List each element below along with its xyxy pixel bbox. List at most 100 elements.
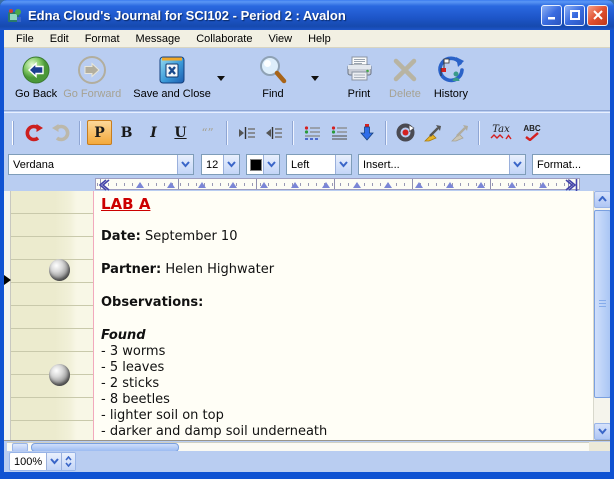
history-button[interactable]: History: [428, 52, 474, 101]
dropdown-caret-icon: [311, 76, 319, 81]
horizontal-scrollbar[interactable]: [7, 442, 589, 451]
spellcheck-button[interactable]: ABC: [518, 120, 546, 145]
maximize-button[interactable]: [564, 5, 585, 26]
underline-button[interactable]: U: [168, 120, 193, 145]
dropdown-caret-icon: [217, 76, 225, 81]
chevron-down-icon[interactable]: [223, 155, 239, 174]
approve-button[interactable]: [420, 120, 445, 145]
chevron-down-icon[interactable]: [335, 155, 351, 174]
menu-view[interactable]: View: [260, 32, 300, 46]
tab-stop[interactable]: [322, 182, 330, 188]
tab-stop[interactable]: [229, 182, 237, 188]
toolbar-grip[interactable]: [12, 121, 14, 145]
delete-button[interactable]: Delete: [382, 52, 428, 101]
minimize-button[interactable]: [541, 5, 562, 26]
menu-edit[interactable]: Edit: [42, 32, 77, 46]
tab-stop[interactable]: [136, 182, 144, 188]
close-icon: [593, 10, 603, 20]
tab-stop[interactable]: [384, 182, 392, 188]
partner-line: Partner: Helen Highwater: [101, 262, 585, 277]
punch-hole: [49, 364, 70, 386]
bold-button[interactable]: B: [114, 120, 139, 145]
italic-button[interactable]: I: [141, 120, 166, 145]
tab-stop[interactable]: [446, 182, 454, 188]
font-color-select[interactable]: [246, 154, 280, 175]
paragraph-style-button[interactable]: P: [87, 120, 112, 145]
zoom-control[interactable]: 100%: [9, 452, 76, 471]
increase-indent-button[interactable]: [234, 120, 259, 145]
tab-stop[interactable]: [167, 182, 175, 188]
font-family-value: Verdana: [9, 159, 177, 171]
route-button[interactable]: [393, 120, 418, 145]
left-margin-marker[interactable]: [97, 179, 110, 191]
chevron-down-icon[interactable]: [263, 155, 279, 174]
go-forward-button[interactable]: Go Forward: [60, 52, 124, 101]
approve-disabled-button[interactable]: [447, 120, 472, 145]
color-swatch: [250, 159, 262, 171]
punch-hole: [49, 259, 70, 281]
quote-button[interactable]: “”: [195, 120, 220, 145]
journal-editor[interactable]: LAB A Date: September 10 Partner: Helen …: [94, 191, 593, 440]
vertical-scroll-thumb[interactable]: [594, 210, 610, 398]
chevron-down-icon[interactable]: [177, 155, 193, 174]
scroll-down-button[interactable]: [594, 423, 610, 440]
format-value: Format...: [533, 159, 610, 171]
close-button[interactable]: [587, 5, 608, 26]
status-bar: 100%: [4, 451, 610, 472]
scroll-up-button[interactable]: [594, 191, 610, 208]
redo-button[interactable]: [48, 120, 73, 145]
redo-icon: [51, 123, 71, 143]
undo-button[interactable]: [21, 120, 46, 145]
tab-stop[interactable]: [508, 182, 516, 188]
format-select[interactable]: Format...: [532, 154, 610, 175]
find-dropdown[interactable]: [308, 58, 322, 98]
print-label: Print: [348, 88, 371, 100]
vertical-scrollbar[interactable]: [593, 191, 610, 440]
thumb-grip-icon: [599, 300, 606, 308]
tab-stop[interactable]: [291, 182, 299, 188]
tab-stop[interactable]: [353, 182, 361, 188]
save-and-close-label: Save and Close: [133, 88, 211, 100]
insert-below-icon: [359, 124, 375, 142]
tab-stop[interactable]: [198, 182, 206, 188]
selection-gutter[interactable]: [4, 191, 11, 440]
observations-label: Observations:: [101, 295, 203, 310]
menu-format[interactable]: Format: [77, 32, 128, 46]
approve-dart-disabled-icon: [451, 124, 469, 142]
right-margin-marker[interactable]: [565, 179, 578, 191]
find-button[interactable]: Find: [250, 52, 296, 101]
font-size-select[interactable]: 12: [201, 154, 240, 175]
spell-as-you-type-button[interactable]: Tax: [486, 120, 516, 145]
tab-stop[interactable]: [415, 182, 423, 188]
insert-select[interactable]: Insert...: [358, 154, 526, 175]
maximize-icon: [570, 10, 580, 20]
menu-message[interactable]: Message: [128, 32, 189, 46]
go-back-button[interactable]: Go Back: [12, 52, 60, 101]
delete-icon: [391, 56, 419, 84]
found-item: - 5 leaves: [101, 360, 585, 376]
separator: [226, 121, 228, 145]
tab-stop[interactable]: [260, 182, 268, 188]
tab-stop[interactable]: [477, 182, 485, 188]
found-heading: Found: [101, 328, 585, 344]
chevron-down-icon[interactable]: [509, 155, 525, 174]
menu-help[interactable]: Help: [300, 32, 339, 46]
notebook-margin: [11, 191, 93, 440]
chevron-down-icon: [598, 428, 607, 435]
tab-stop[interactable]: [539, 182, 547, 188]
print-button[interactable]: Print: [336, 52, 382, 101]
zoom-stepper[interactable]: [61, 453, 75, 470]
decrease-indent-button[interactable]: [261, 120, 286, 145]
list-plain-button[interactable]: [327, 120, 352, 145]
list-style-button[interactable]: [300, 120, 325, 145]
align-select[interactable]: Left: [286, 154, 352, 175]
ruler[interactable]: [95, 178, 580, 190]
menu-file[interactable]: File: [8, 32, 42, 46]
insert-below-button[interactable]: [354, 120, 379, 145]
menu-collaborate[interactable]: Collaborate: [188, 32, 260, 46]
save-and-close-button[interactable]: Save and Close: [130, 52, 214, 101]
zoom-dropdown-button[interactable]: [46, 453, 61, 470]
titlebar[interactable]: Edna Cloud's Journal for SCI102 - Period…: [0, 0, 614, 30]
font-family-select[interactable]: Verdana: [8, 154, 194, 175]
save-and-close-dropdown[interactable]: [214, 58, 228, 98]
